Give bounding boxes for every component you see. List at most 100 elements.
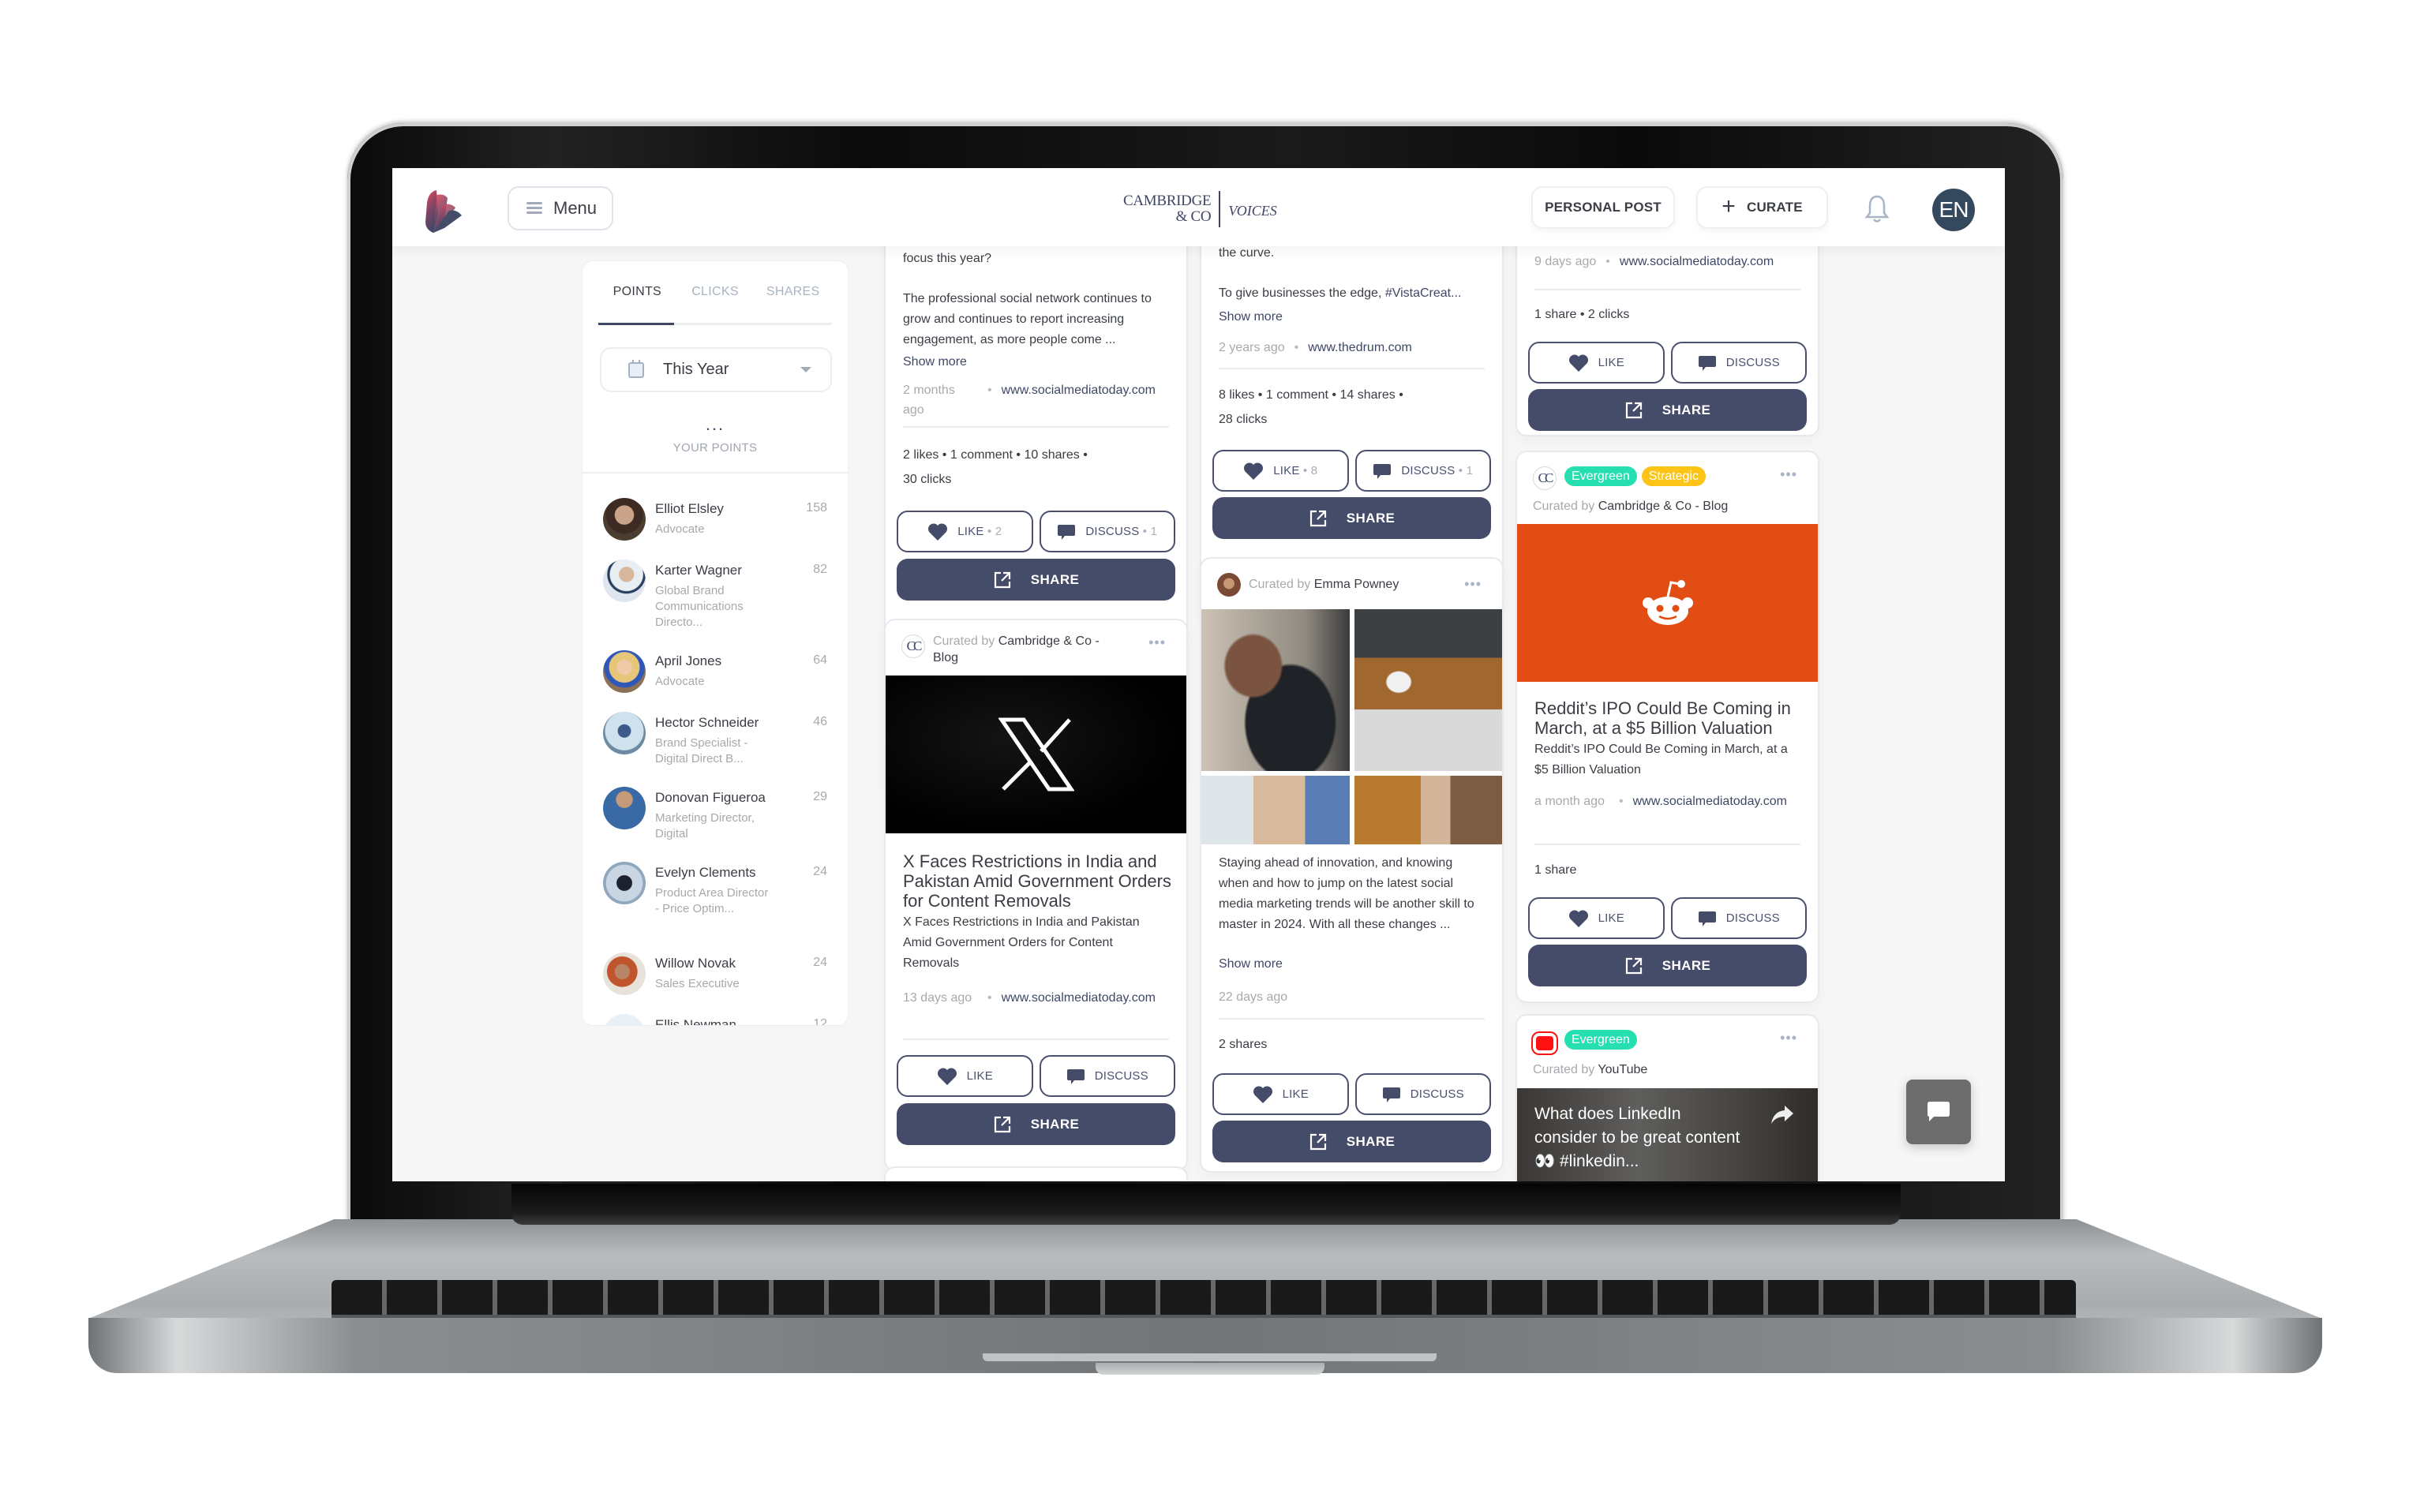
curator-name[interactable]: YouTube (1598, 1063, 1647, 1076)
more-options-icon[interactable]: ••• (1780, 466, 1797, 483)
share-button[interactable]: SHARE (897, 559, 1175, 601)
like-button[interactable]: LIKE (1528, 342, 1665, 384)
article-image[interactable] (1517, 524, 1818, 682)
tab-points[interactable]: POINTS (598, 285, 676, 309)
leader-points: 24 (813, 865, 827, 878)
brand-logo[interactable]: CAMBRIDGE & CO VOICES (1123, 189, 1277, 230)
divider (903, 426, 1169, 428)
source-link[interactable]: www.socialmediatoday.com (1633, 792, 1787, 811)
discuss-button[interactable]: DISCUSS (1039, 1055, 1175, 1097)
leader-row[interactable]: Karter Wagner Global Brand Communication… (583, 560, 848, 650)
hamburger-icon (526, 202, 542, 215)
leader-row[interactable]: Willow Novak Sales Executive 24 (583, 952, 848, 1014)
like-button[interactable]: LIKE • 8 (1212, 450, 1349, 492)
source-link[interactable]: www.socialmediatoday.com (1002, 988, 1156, 1008)
discuss-button[interactable]: DISCUSS • 1 (1354, 450, 1491, 492)
your-points-label: YOUR POINTS (672, 441, 758, 455)
leader-row[interactable]: Ellis Newman 12 (583, 1014, 848, 1025)
leader-row[interactable]: Hector Schneider Brand Specialist - Digi… (583, 712, 848, 787)
show-more-link[interactable]: Show more (903, 355, 967, 369)
post-text: Staying ahead of innovation, and knowing… (1219, 856, 1474, 931)
stats-line: 28 clicks (1219, 413, 1268, 426)
card-header: Curated by Emma Powney ••• (1217, 570, 1486, 609)
share-button[interactable]: SHARE (1212, 497, 1491, 539)
reddit-logo-icon (1642, 580, 1693, 625)
chevron-down-icon (800, 367, 811, 372)
divider (903, 1039, 1169, 1040)
video-thumbnail[interactable]: What does LinkedIn consider to be great … (1517, 1088, 1818, 1181)
share-button[interactable]: SHARE (1528, 945, 1807, 986)
article-title[interactable]: Reddit’s IPO Could Be Coming in March, a… (1534, 698, 1804, 738)
feed-card: CC Curated by Cambridge & Co - Blog ••• … (884, 619, 1188, 1171)
stats-line: 30 clicks (903, 473, 952, 486)
tag-evergreen[interactable]: Evergreen (1564, 466, 1637, 486)
leader-row[interactable]: Elliot Elsley Advocate 158 (583, 498, 848, 560)
more-options-icon[interactable]: ••• (1464, 576, 1482, 593)
leader-name: Willow Novak (655, 956, 736, 971)
curated-by-label: Curated by (933, 634, 995, 648)
leader-name: Hector Schneider (655, 715, 759, 730)
more-options-icon[interactable]: ••• (1780, 1030, 1797, 1046)
post-stats: 2 likes • 1 comment • 10 shares • 30 cli… (903, 443, 1169, 492)
hashtag-link[interactable]: #VistaCreat... (1385, 286, 1462, 300)
like-button[interactable]: LIKE (1528, 897, 1665, 939)
leader-row[interactable]: April Jones Advocate 64 (583, 650, 848, 712)
discuss-button[interactable]: DISCUSS (1670, 342, 1807, 384)
article-image[interactable] (886, 676, 1186, 833)
source-link[interactable]: www.socialmediatoday.com (1620, 255, 1774, 268)
leader-role: Product Area Director - Price Optim... (655, 886, 769, 915)
show-more-link[interactable]: Show more (1219, 957, 1283, 971)
photo-laptop-woman (1354, 776, 1502, 844)
top-header: Menu CAMBRIDGE & CO VOICES PERSONAL POST… (392, 168, 2005, 246)
comment-icon (1066, 1069, 1085, 1084)
post-stats: 8 likes • 1 comment • 14 shares • 28 cli… (1219, 383, 1485, 432)
avatar (603, 1014, 646, 1025)
curator-name[interactable]: Cambridge & Co - Blog (1598, 500, 1729, 513)
source-link[interactable]: www.socialmediatoday.com (1002, 380, 1156, 420)
article-title[interactable]: X Faces Restrictions in India and Pakist… (903, 851, 1172, 911)
like-button[interactable]: LIKE (1212, 1073, 1349, 1115)
discuss-button[interactable]: DISCUSS (1354, 1073, 1491, 1115)
source-link[interactable]: www.thedrum.com (1308, 341, 1412, 354)
tab-shares[interactable]: SHARES (754, 285, 832, 309)
leader-role: Sales Executive (655, 977, 740, 990)
like-button[interactable]: LIKE (897, 1055, 1033, 1097)
share-button[interactable]: SHARE (1212, 1121, 1491, 1162)
share-label: SHARE (1346, 510, 1396, 526)
cambridge-logo-icon: CC (901, 634, 925, 658)
like-button[interactable]: LIKE • 2 (897, 511, 1033, 552)
feed-card (884, 1166, 1188, 1181)
app-logo-icon[interactable] (422, 187, 473, 234)
post-stats: 2 shares (1219, 1038, 1268, 1051)
tab-clicks[interactable]: CLICKS (676, 285, 755, 309)
leader-points: 29 (813, 790, 827, 803)
curator-name[interactable]: Emma Powney (1314, 578, 1399, 591)
share-button[interactable]: SHARE (897, 1103, 1175, 1145)
tag-evergreen[interactable]: Evergreen (1564, 1030, 1637, 1050)
external-link-icon (1625, 957, 1642, 974)
discuss-button[interactable]: DISCUSS • 1 (1039, 511, 1175, 552)
show-more-link[interactable]: Show more (1219, 310, 1283, 324)
share-button[interactable]: SHARE (1528, 389, 1807, 431)
more-options-icon[interactable]: ••• (1148, 634, 1166, 651)
chat-button[interactable] (1906, 1080, 1971, 1144)
leader-row[interactable]: Donovan Figueroa Marketing Director, Dig… (583, 787, 848, 862)
share-arrow-icon[interactable] (1770, 1104, 1794, 1125)
image-mosaic[interactable] (1201, 609, 1502, 844)
leader-row[interactable]: Evelyn Clements Product Area Director - … (583, 862, 848, 952)
tag-strategic[interactable]: Strategic (1641, 466, 1706, 486)
period-select[interactable]: This Year (600, 347, 832, 392)
discuss-button[interactable]: DISCUSS (1670, 897, 1807, 939)
personal-post-button[interactable]: PERSONAL POST (1531, 186, 1675, 229)
notification-bell-icon[interactable] (1864, 194, 1890, 224)
curated-by-label: Curated by (1533, 500, 1595, 513)
curate-button[interactable]: + CURATE (1696, 186, 1828, 229)
tab-indicator (598, 323, 832, 325)
brand-line2: & CO (1175, 208, 1212, 225)
user-avatar[interactable]: EN (1932, 189, 1975, 231)
post-text-body: To give businesses the edge, (1219, 286, 1385, 300)
menu-button[interactable]: Menu (508, 186, 613, 230)
post-meta: 13 days ago • www.socialmediatoday.com (903, 988, 1169, 1008)
avatar (603, 560, 646, 602)
feed-card: 9 days ago • www.socialmediatoday.com 1 sh… (1515, 215, 1819, 436)
